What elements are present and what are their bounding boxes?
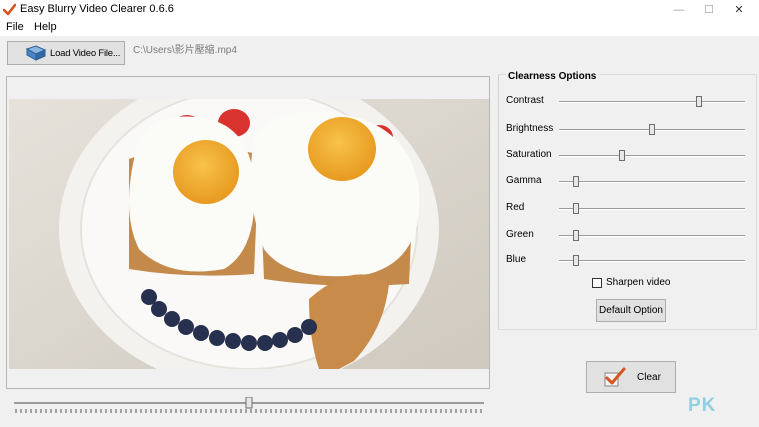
gamma-slider[interactable]	[559, 181, 745, 183]
slider-label-brightness: Brightness	[506, 123, 554, 134]
slider-label-gamma: Gamma	[506, 175, 542, 186]
slider-label-saturation: Saturation	[506, 149, 552, 160]
clear-button[interactable]: Clear	[586, 361, 676, 393]
sharpen-checkbox[interactable]	[592, 277, 602, 288]
slider-label-contrast: Contrast	[506, 95, 544, 106]
timeline-slider[interactable]	[14, 397, 484, 417]
window-title: Easy Blurry Video Clearer 0.6.6	[20, 3, 174, 15]
app-check-icon	[3, 3, 16, 16]
title-bar: Easy Blurry Video Clearer 0.6.6 — ☐ ✕	[0, 0, 759, 19]
clearness-options-title: Clearness Options	[506, 71, 599, 82]
red-slider-thumb[interactable]	[573, 203, 579, 214]
contrast-slider[interactable]	[559, 101, 745, 103]
saturation-slider-thumb[interactable]	[619, 150, 625, 161]
maximize-button[interactable]: ☐	[692, 0, 726, 19]
checkmark-icon	[604, 367, 626, 387]
default-option-button[interactable]: Default Option	[596, 299, 666, 322]
menu-bar: File Help	[0, 19, 759, 36]
video-frame-image	[9, 99, 489, 369]
green-slider-thumb[interactable]	[573, 230, 579, 241]
slider-label-red: Red	[506, 202, 525, 213]
blue-slider-thumb[interactable]	[573, 255, 579, 266]
saturation-slider[interactable]	[559, 155, 745, 157]
load-video-label: Load Video File...	[50, 48, 121, 59]
sharpen-video-option[interactable]: Sharpen video	[592, 277, 671, 288]
slider-label-green: Green	[506, 229, 534, 240]
gamma-slider-thumb[interactable]	[573, 176, 579, 187]
menu-file[interactable]: File	[6, 21, 24, 33]
close-button[interactable]: ✕	[722, 0, 756, 19]
red-slider[interactable]	[559, 208, 745, 210]
book-icon	[25, 45, 47, 61]
contrast-slider-thumb[interactable]	[696, 96, 702, 107]
timeline-thumb[interactable]	[245, 397, 253, 409]
clear-label: Clear	[637, 372, 661, 383]
file-path: C:\Users\影片壓縮.mp4	[133, 45, 237, 56]
brightness-slider-thumb[interactable]	[649, 124, 655, 135]
clearness-options-group	[498, 74, 757, 330]
minimize-button[interactable]: —	[662, 0, 696, 19]
slider-label-blue: Blue	[506, 254, 527, 265]
green-slider[interactable]	[559, 235, 745, 237]
blue-slider[interactable]	[559, 260, 745, 262]
sharpen-label: Sharpen video	[606, 277, 671, 288]
load-video-button[interactable]: Load Video File...	[7, 41, 125, 65]
video-preview	[6, 76, 490, 389]
menu-help[interactable]: Help	[34, 21, 57, 33]
watermark-logo: PK	[688, 395, 717, 416]
